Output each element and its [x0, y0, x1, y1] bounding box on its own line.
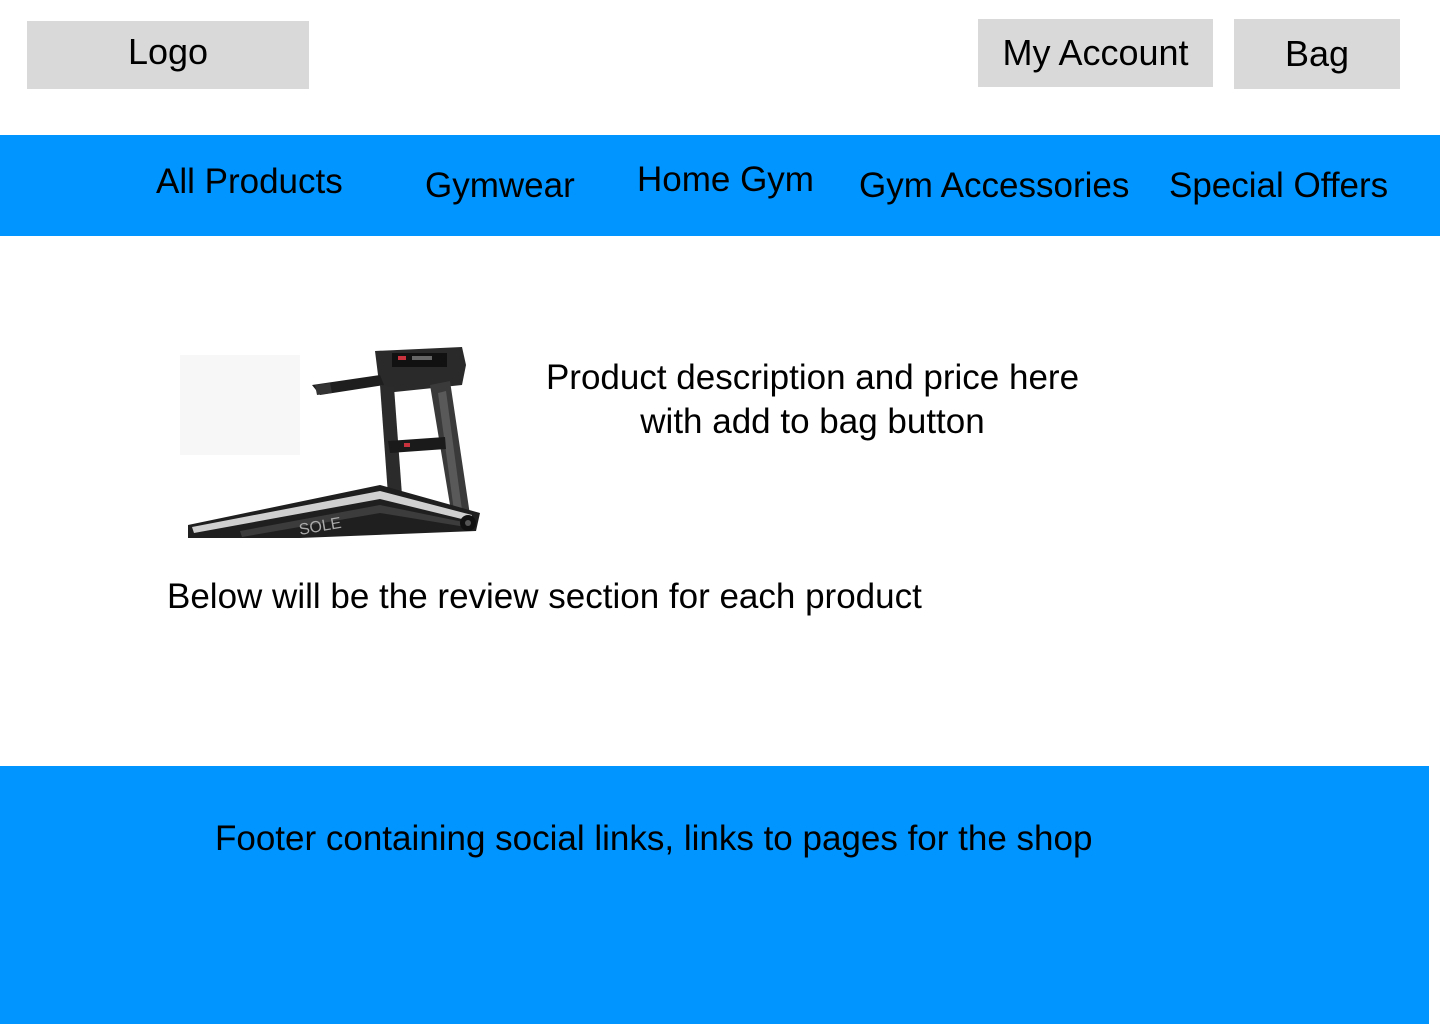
my-account-button[interactable]: My Account [978, 19, 1213, 87]
treadmill-image: SOLE [180, 345, 490, 538]
product-description-line-2: with add to bag button [640, 402, 985, 441]
footer: Footer containing social links, links to… [0, 766, 1429, 1024]
nav-item-special-offers[interactable]: Special Offers [1169, 168, 1388, 203]
bag-button[interactable]: Bag [1234, 19, 1400, 89]
product-description-line-1: Product description and price here [545, 358, 1080, 397]
nav-item-home-gym[interactable]: Home Gym [637, 162, 814, 197]
product-description: Product description and price here with … [470, 356, 1155, 444]
nav-item-gymwear[interactable]: Gymwear [425, 168, 575, 203]
review-section-placeholder: Below will be the review section for eac… [167, 577, 922, 616]
footer-text: Footer containing social links, links to… [215, 819, 1093, 858]
main-navigation: All Products Gymwear Home Gym Gym Access… [0, 135, 1440, 236]
nav-item-all-products[interactable]: All Products [156, 164, 343, 199]
nav-item-gym-accessories[interactable]: Gym Accessories [859, 168, 1129, 203]
logo: Logo [27, 21, 309, 89]
